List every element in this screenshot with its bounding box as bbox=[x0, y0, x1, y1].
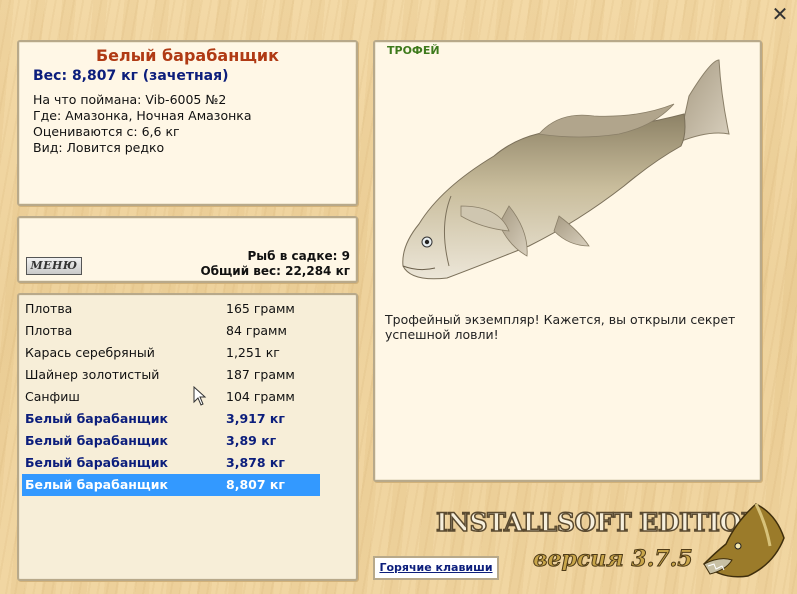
list-item[interactable]: Белый барабанщик 3,878 кг bbox=[22, 452, 320, 474]
hotkeys-link[interactable]: Горячие клавиши bbox=[373, 556, 499, 580]
catch-name: Санфиш bbox=[25, 389, 80, 404]
close-icon: ✕ bbox=[771, 2, 789, 26]
catch-weight: 8,807 кг bbox=[226, 477, 285, 492]
fish-count: Рыб в садке: 9 bbox=[247, 249, 351, 263]
catch-weight: 187 грамм bbox=[226, 367, 295, 382]
fish-info-panel: Белый барабанщик Вес: 8,807 кг (зачетная… bbox=[17, 40, 358, 206]
trophy-description: Трофейный экземпляр! Кажется, вы открыли… bbox=[385, 312, 736, 342]
catch-list[interactable]: Плотва 165 грамм Плотва 84 грамм Карась … bbox=[17, 293, 358, 581]
fish-image bbox=[402, 59, 730, 280]
keepnet-stats-panel: МЕНЮ Рыб в садке: 9 Общий вес: 22,284 кг bbox=[17, 216, 358, 283]
catch-name: Белый барабанщик bbox=[25, 477, 168, 492]
catch-weight: 84 грамм bbox=[226, 323, 287, 338]
list-item[interactable]: Санфиш 104 грамм bbox=[22, 386, 320, 408]
trophy-panel: ТРОФЕЙ Трофейный экземпляр! Кажется, вы … bbox=[373, 40, 762, 482]
catch-name: Шайнер золотистый bbox=[25, 367, 160, 382]
fish-weight: Вес: 8,807 кг (зачетная) bbox=[33, 68, 229, 84]
catch-weight: 104 грамм bbox=[226, 389, 295, 404]
list-item[interactable]: Карась серебряный 1,251 кг bbox=[22, 342, 320, 364]
catch-name: Плотва bbox=[25, 301, 73, 316]
catch-name: Белый барабанщик bbox=[25, 455, 168, 470]
kind-line: Вид: Ловится редко bbox=[33, 140, 165, 155]
mouse-cursor-icon bbox=[193, 386, 207, 406]
catch-weight: 3,89 кг bbox=[226, 433, 277, 448]
catch-weight: 3,917 кг bbox=[226, 411, 285, 426]
catch-name: Плотва bbox=[25, 323, 73, 338]
close-button[interactable]: ✕ bbox=[770, 4, 790, 24]
list-item-selected[interactable]: Белый барабанщик 8,807 кг bbox=[22, 474, 320, 496]
location-line: Где: Амазонка, Ночная Амазонка bbox=[33, 108, 252, 123]
catch-name: Карась серебряный bbox=[25, 345, 155, 360]
catch-name: Белый барабанщик bbox=[25, 433, 168, 448]
list-item[interactable]: Плотва 84 грамм bbox=[22, 320, 320, 342]
catch-name: Белый барабанщик bbox=[25, 411, 168, 426]
catch-weight: 165 грамм bbox=[226, 301, 295, 316]
list-item[interactable]: Белый барабанщик 3,89 кг bbox=[22, 430, 320, 452]
list-item[interactable]: Шайнер золотистый 187 грамм bbox=[22, 364, 320, 386]
catch-weight: 1,251 кг bbox=[226, 345, 280, 360]
rated-line: Оцениваются с: 6,6 кг bbox=[33, 124, 180, 139]
version-label: версия 3.7.5 bbox=[533, 546, 694, 573]
catch-weight: 3,878 кг bbox=[226, 455, 285, 470]
list-item[interactable]: Плотва 165 грамм bbox=[22, 298, 320, 320]
bait-line: На что поймана: Vib-6005 №2 bbox=[33, 92, 227, 107]
pike-logo-icon bbox=[702, 503, 785, 578]
menu-button[interactable]: МЕНЮ bbox=[26, 257, 82, 275]
list-item[interactable]: Белый барабанщик 3,917 кг bbox=[22, 408, 320, 430]
total-weight: Общий вес: 22,284 кг bbox=[200, 264, 350, 278]
fish-name: Белый барабанщик bbox=[95, 46, 279, 65]
